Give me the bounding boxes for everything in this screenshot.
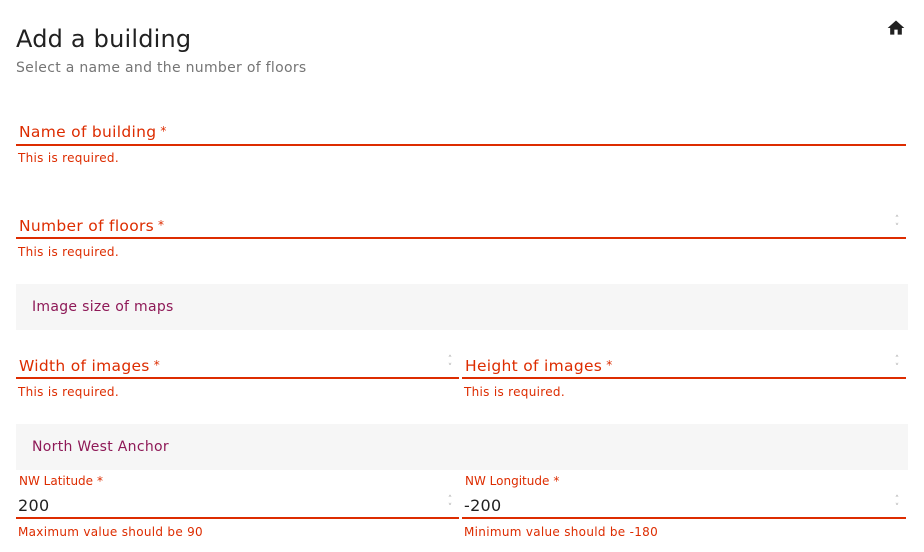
image-width-underline: [16, 377, 459, 379]
image-width-stepper[interactable]: ˄ ˅: [445, 356, 455, 373]
image-height-underline: [462, 377, 906, 379]
building-name-field[interactable]: Name of building *: [16, 118, 906, 148]
page-title: Add a building: [16, 25, 192, 53]
nw-longitude-error: Minimum value should be -180: [464, 525, 659, 539]
add-building-page: Add a building Select a name and the num…: [0, 0, 924, 552]
image-width-field[interactable]: Width of images * ˄ ˅: [16, 352, 459, 382]
chevron-down-icon[interactable]: ˅: [445, 504, 455, 513]
floors-error: This is required.: [18, 245, 119, 259]
nw-latitude-label-text: NW Latitude: [19, 474, 94, 488]
nw-latitude-field[interactable]: NW Latitude* ˄ ˅: [16, 474, 459, 522]
building-name-input[interactable]: [18, 122, 906, 144]
nw-longitude-field[interactable]: NW Longitude* ˄ ˅: [462, 474, 906, 522]
nw-anchor-section-header: North West Anchor: [16, 424, 908, 470]
chevron-down-icon[interactable]: ˅: [892, 504, 902, 513]
nw-longitude-underline: [462, 517, 906, 519]
required-mark: *: [97, 474, 104, 488]
nw-longitude-label: NW Longitude *: [465, 474, 559, 488]
image-width-error: This is required.: [18, 385, 119, 399]
chevron-down-icon[interactable]: ˅: [892, 364, 902, 373]
nw-longitude-stepper[interactable]: ˄ ˅: [892, 496, 902, 513]
image-height-error: This is required.: [464, 385, 565, 399]
nw-latitude-error: Maximum value should be 90: [18, 525, 203, 539]
floors-underline: [16, 237, 906, 239]
nw-latitude-stepper[interactable]: ˄ ˅: [445, 496, 455, 513]
page-subtitle: Select a name and the number of floors: [16, 60, 307, 76]
nw-latitude-label: NW Latitude *: [19, 474, 103, 488]
image-height-stepper[interactable]: ˄ ˅: [892, 356, 902, 373]
image-height-input[interactable]: [464, 356, 886, 378]
nw-longitude-input[interactable]: [464, 494, 886, 516]
image-size-section-header: Image size of maps: [16, 284, 908, 330]
floors-input[interactable]: [18, 216, 886, 238]
image-width-input[interactable]: [18, 356, 439, 378]
home-icon[interactable]: [886, 18, 906, 38]
nw-latitude-input[interactable]: [18, 494, 439, 516]
nw-latitude-underline: [16, 517, 459, 519]
required-mark: *: [553, 474, 560, 488]
building-name-error: This is required.: [18, 151, 119, 165]
nw-longitude-label-text: NW Longitude: [465, 474, 550, 488]
floors-stepper[interactable]: ˄ ˅: [892, 216, 902, 233]
chevron-down-icon[interactable]: ˅: [445, 364, 455, 373]
building-name-underline: [16, 144, 906, 146]
floors-field[interactable]: Number of floors * ˄ ˅: [16, 212, 906, 242]
chevron-down-icon[interactable]: ˅: [892, 224, 902, 233]
image-height-field[interactable]: Height of images * ˄ ˅: [462, 352, 906, 382]
